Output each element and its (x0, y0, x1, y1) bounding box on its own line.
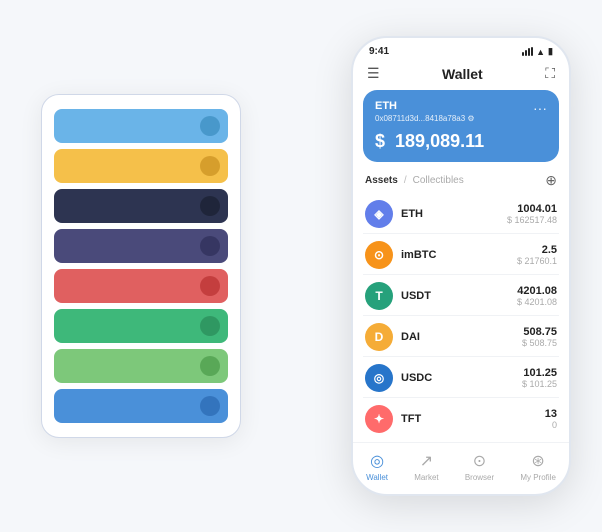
asset-amount-eth: 1004.01 (507, 203, 557, 215)
asset-left: D DAI (365, 323, 420, 351)
asset-right-dai: 508.75$ 508.75 (522, 326, 557, 348)
assets-header: Assets / Collectibles ⊕ (363, 172, 559, 189)
asset-left: ✦ TFT (365, 405, 421, 433)
phone-header: ☰ Wallet ⛶ (353, 61, 569, 90)
asset-name-usdc: USDC (401, 372, 432, 384)
eth-currency: $ (375, 131, 385, 151)
card-item[interactable] (54, 109, 228, 143)
asset-name-tft: TFT (401, 413, 421, 425)
bottom-nav: ◎ Wallet ↗ Market ⊙ Browser ⊛ My Profile (353, 442, 569, 494)
card-icon (200, 236, 220, 256)
asset-left: T USDT (365, 282, 431, 310)
nav-item-profile[interactable]: ⊛ My Profile (520, 451, 556, 482)
asset-usd-dai: $ 508.75 (522, 338, 557, 348)
time: 9:41 (369, 46, 389, 57)
asset-right-tft: 130 (545, 408, 557, 430)
signal-icon (522, 47, 533, 56)
asset-icon-tft: ✦ (365, 405, 393, 433)
asset-row[interactable]: ◈ ETH 1004.01$ 162517.48 (363, 195, 559, 234)
asset-usd-usdc: $ 101.25 (522, 379, 557, 389)
phone: 9:41 ▲ ▮ ☰ Wallet ⛶ ··· ETH (351, 36, 571, 496)
expand-icon[interactable]: ⛶ (545, 65, 555, 82)
scene: 9:41 ▲ ▮ ☰ Wallet ⛶ ··· ETH (21, 21, 581, 511)
card-stack (41, 94, 241, 438)
add-asset-button[interactable]: ⊕ (545, 172, 557, 189)
nav-label-profile: My Profile (520, 473, 556, 482)
card-item[interactable] (54, 389, 228, 423)
asset-icon-imbtc: ⊙ (365, 241, 393, 269)
card-icon (200, 316, 220, 336)
asset-row[interactable]: ⊙ imBTC 2.5$ 21760.1 (363, 236, 559, 275)
menu-icon[interactable]: ☰ (367, 65, 380, 82)
nav-label-market: Market (414, 473, 438, 482)
asset-name-usdt: USDT (401, 290, 431, 302)
asset-row[interactable]: T USDT 4201.08$ 4201.08 (363, 277, 559, 316)
asset-amount-dai: 508.75 (522, 326, 557, 338)
card-item[interactable] (54, 349, 228, 383)
asset-left: ◈ ETH (365, 200, 423, 228)
asset-usd-tft: 0 (545, 420, 557, 430)
asset-right-eth: 1004.01$ 162517.48 (507, 203, 557, 225)
card-icon (200, 196, 220, 216)
asset-amount-tft: 13 (545, 408, 557, 420)
card-icon (200, 396, 220, 416)
asset-amount-imbtc: 2.5 (517, 244, 557, 256)
asset-icon-dai: D (365, 323, 393, 351)
tab-assets[interactable]: Assets (365, 175, 398, 186)
asset-amount-usdc: 101.25 (522, 367, 557, 379)
asset-usd-usdt: $ 4201.08 (517, 297, 557, 307)
nav-item-wallet[interactable]: ◎ Wallet (366, 451, 388, 482)
nav-label-browser: Browser (465, 473, 494, 482)
phone-content: ··· ETH 0x08711d3d...8418a78a3 ⚙ $ 189,0… (353, 90, 569, 438)
asset-usd-eth: $ 162517.48 (507, 215, 557, 225)
tab-divider: / (404, 175, 407, 186)
asset-icon-eth: ◈ (365, 200, 393, 228)
asset-row[interactable]: ✦ TFT 130 (363, 400, 559, 438)
asset-usd-imbtc: $ 21760.1 (517, 256, 557, 266)
status-bar: 9:41 ▲ ▮ (353, 38, 569, 61)
nav-item-market[interactable]: ↗ Market (414, 451, 438, 482)
eth-card-balance: $ 189,089.11 (375, 131, 547, 152)
asset-icon-usdc: ◎ (365, 364, 393, 392)
card-item[interactable] (54, 229, 228, 263)
nav-icon-browser: ⊙ (473, 451, 486, 471)
asset-list: ◈ ETH 1004.01$ 162517.48 ⊙ imBTC 2.5$ 21760.1… (363, 195, 559, 438)
asset-name-dai: DAI (401, 331, 420, 343)
card-icon (200, 276, 220, 296)
assets-tabs: Assets / Collectibles (365, 175, 464, 186)
eth-balance-value: 189,089.11 (395, 131, 484, 151)
eth-card[interactable]: ··· ETH 0x08711d3d...8418a78a3 ⚙ $ 189,0… (363, 90, 559, 162)
asset-row[interactable]: ◎ USDC 101.25$ 101.25 (363, 359, 559, 398)
asset-left: ◎ USDC (365, 364, 432, 392)
asset-icon-usdt: T (365, 282, 393, 310)
asset-name-eth: ETH (401, 208, 423, 220)
battery-icon: ▮ (548, 46, 553, 57)
asset-amount-usdt: 4201.08 (517, 285, 557, 297)
asset-name-imbtc: imBTC (401, 249, 436, 261)
page-title: Wallet (442, 66, 483, 82)
card-icon (200, 116, 220, 136)
status-icons: ▲ ▮ (522, 46, 553, 57)
wifi-icon: ▲ (536, 47, 545, 57)
asset-right-usdc: 101.25$ 101.25 (522, 367, 557, 389)
eth-card-address: 0x08711d3d...8418a78a3 ⚙ (375, 114, 547, 123)
nav-label-wallet: Wallet (366, 473, 388, 482)
eth-card-title: ETH (375, 100, 547, 112)
asset-right-usdt: 4201.08$ 4201.08 (517, 285, 557, 307)
card-icon (200, 156, 220, 176)
card-item[interactable] (54, 309, 228, 343)
card-item[interactable] (54, 149, 228, 183)
tab-collectibles[interactable]: Collectibles (413, 175, 464, 186)
card-icon (200, 356, 220, 376)
asset-row[interactable]: D DAI 508.75$ 508.75 (363, 318, 559, 357)
nav-icon-market: ↗ (420, 451, 433, 471)
card-item[interactable] (54, 189, 228, 223)
nav-icon-wallet: ◎ (370, 451, 384, 471)
card-item[interactable] (54, 269, 228, 303)
asset-left: ⊙ imBTC (365, 241, 436, 269)
nav-icon-profile: ⊛ (531, 451, 544, 471)
nav-item-browser[interactable]: ⊙ Browser (465, 451, 494, 482)
asset-right-imbtc: 2.5$ 21760.1 (517, 244, 557, 266)
